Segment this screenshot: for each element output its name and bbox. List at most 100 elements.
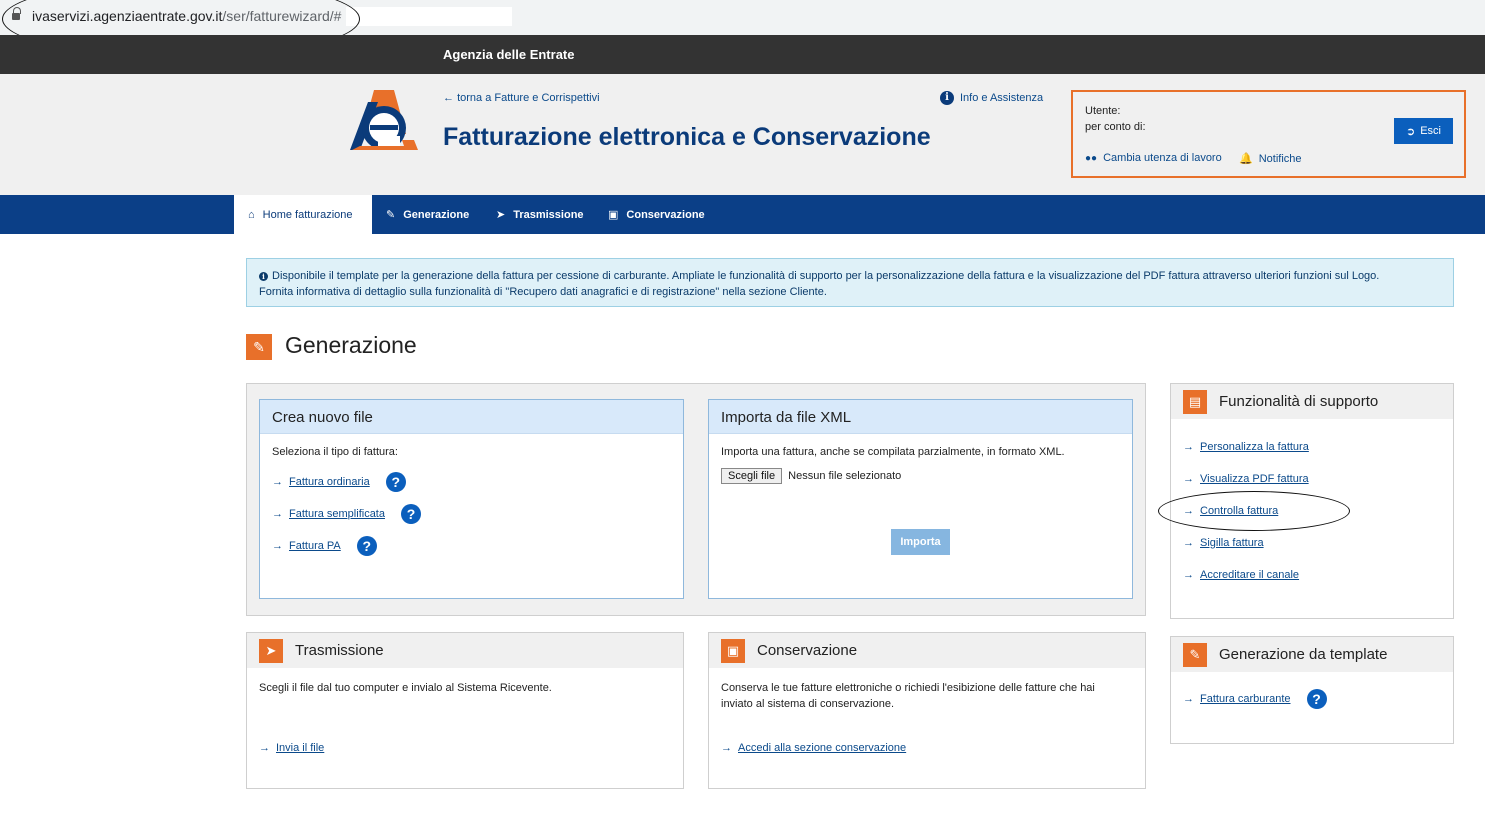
box-title: Trasmissione — [295, 642, 384, 659]
link-label: Personalizza la fattura — [1200, 441, 1309, 453]
bell-icon: 🔔 — [1239, 153, 1253, 165]
link-label: Fattura PA — [289, 540, 341, 552]
alert-line-1: Disponibile il template per la generazio… — [272, 270, 1380, 282]
crea-nuovo-file-card: Crea nuovo file Seleziona il tipo di fat… — [259, 399, 684, 599]
help-icon[interactable]: ? — [385, 472, 406, 492]
logout-label: Esci — [1420, 125, 1441, 137]
url-host: ivaservizi.agenziaentrate.gov.it — [32, 8, 223, 24]
info-alert: i Disponibile il template per la generazi… — [246, 258, 1454, 307]
lock-icon — [12, 7, 21, 20]
home-icon: ⌂ — [248, 208, 255, 221]
change-user-link[interactable]: ●● Cambia utenza di lavoro — [1085, 152, 1222, 164]
arrow-right-icon: → — [272, 476, 283, 488]
accreditare-canale-link[interactable]: → Accreditare il canale — [1183, 567, 1441, 583]
top-bar: Agenzia delle Entrate — [0, 35, 1485, 74]
document-icon: ▤ — [1183, 389, 1207, 414]
personalizza-fattura-link[interactable]: → Personalizza la fattura — [1183, 439, 1441, 455]
info-assistenza-link[interactable]: i Info e Assistenza — [940, 91, 1043, 105]
box-title: Funzionalità di supporto — [1219, 393, 1379, 410]
link-label: Accreditare il canale — [1200, 569, 1300, 581]
logout-button[interactable]: ➲ Esci — [1394, 118, 1453, 144]
page-title: Fatturazione elettronica e Conservazione — [443, 123, 931, 151]
info-icon: i — [259, 272, 268, 281]
fattura-ordinaria-link[interactable]: → Fattura ordinaria ? — [272, 472, 671, 492]
invia-file-link[interactable]: → Invia il file — [259, 740, 671, 756]
notifications-link[interactable]: 🔔 Notifiche — [1239, 152, 1302, 166]
nav-tab-label: Conservazione — [626, 208, 705, 221]
trasmissione-description: Scegli il file dal tuo computer e invial… — [259, 682, 552, 694]
help-icon[interactable]: ? — [356, 536, 377, 556]
import-button[interactable]: Importa — [891, 529, 950, 555]
fattura-carburante-link[interactable]: → Fattura carburante ? — [1183, 689, 1441, 709]
url-text[interactable]: ivaservizi.agenziaentrate.gov.it/ser/fat… — [32, 8, 341, 24]
link-label: Fattura carburante — [1200, 693, 1291, 705]
box-title: Conservazione — [757, 642, 858, 659]
url-path: /ser/fatturewizard/# — [222, 8, 342, 24]
arrow-left-icon: ← — [443, 92, 454, 104]
redaction-mask — [346, 7, 512, 26]
box-title: Generazione da template — [1219, 646, 1388, 663]
link-label: Accedi alla sezione conservazione — [738, 742, 907, 754]
arrow-right-icon: → — [1183, 473, 1194, 485]
help-icon[interactable]: ? — [400, 504, 421, 524]
import-description: Importa una fattura, anche se compilata … — [721, 446, 1065, 458]
link-label: Invia il file — [276, 742, 325, 754]
arrow-right-icon: → — [272, 508, 283, 520]
main-nav: ⌂ Home fatturazione ✎ Generazione ➤ Tras… — [0, 195, 1485, 234]
section-title: Generazione — [285, 332, 417, 358]
paper-plane-icon: ➤ — [259, 638, 283, 663]
link-label: Fattura ordinaria — [289, 476, 370, 488]
nav-tab-home[interactable]: ⌂ Home fatturazione — [234, 195, 372, 234]
card-title: Crea nuovo file — [260, 400, 683, 434]
nav-tab-generazione[interactable]: ✎ Generazione — [372, 195, 483, 234]
nav-tab-trasmissione[interactable]: ➤ Trasmissione — [482, 195, 598, 234]
notifications-label: Notifiche — [1258, 152, 1302, 165]
user-box: Utente: per conto di: ➲ Esci ●● Cambia u… — [1071, 90, 1466, 178]
back-link-label: torna a Fatture e Corrispettivi — [457, 92, 600, 104]
choose-file-button[interactable]: Scegli file — [721, 468, 783, 484]
conservazione-description-1: Conserva le tue fatture elettroniche o r… — [721, 682, 1095, 694]
arrow-right-icon: → — [1183, 693, 1194, 705]
trasmissione-box: ➤ Trasmissione Scegli il file dal tuo co… — [246, 632, 684, 789]
help-icon[interactable]: ? — [1306, 689, 1327, 709]
arrow-right-icon: → — [721, 742, 732, 754]
fattura-semplificata-link[interactable]: → Fattura semplificata ? — [272, 504, 671, 524]
back-to-fatture-link[interactable]: ← torna a Fatture e Corrispettivi — [443, 92, 600, 104]
user-label: Utente: — [1085, 105, 1121, 117]
archive-icon: ▣ — [721, 638, 745, 663]
supporto-box: ▤ Funzionalità di supporto → Personalizz… — [1170, 383, 1454, 619]
agenzia-logo-icon — [350, 90, 418, 150]
conservazione-box: ▣ Conservazione Conserva le tue fatture … — [708, 632, 1146, 789]
controlla-fattura-link[interactable]: → Controlla fattura — [1183, 503, 1441, 519]
info-icon: i — [940, 91, 954, 105]
link-label: Visualizza PDF fattura — [1200, 473, 1309, 485]
agency-name: Agenzia delle Entrate — [443, 47, 575, 62]
arrow-right-icon: → — [272, 540, 283, 552]
logout-icon: ➲ — [1406, 125, 1416, 138]
nav-tab-conservazione[interactable]: ▣ Conservazione — [594, 195, 719, 234]
browser-url-bar[interactable]: ivaservizi.agenziaentrate.gov.it/ser/fat… — [0, 0, 1485, 35]
info-link-label: Info e Assistenza — [960, 92, 1044, 104]
invoice-type-prompt: Seleziona il tipo di fattura: — [272, 446, 398, 458]
paper-plane-icon: ➤ — [496, 209, 506, 221]
no-file-label: Nessun file selezionato — [788, 470, 902, 482]
pencil-icon: ✎ — [1183, 642, 1207, 667]
users-icon: ●● — [1085, 152, 1098, 164]
nav-tab-label: Trasmissione — [513, 208, 584, 221]
fattura-pa-link[interactable]: → Fattura PA ? — [272, 536, 671, 556]
arrow-right-icon: → — [1183, 441, 1194, 453]
pencil-icon: ✎ — [246, 334, 272, 360]
nav-tab-label: Home fatturazione — [262, 208, 353, 221]
alert-line-2: Fornita informativa di dettaglio sulla f… — [259, 286, 827, 298]
card-title: Importa da file XML — [709, 400, 1132, 434]
conservazione-description-2: inviato al sistema di conservazione. — [721, 698, 895, 710]
sigilla-fattura-link[interactable]: → Sigilla fattura — [1183, 535, 1441, 551]
link-label: Controlla fattura — [1200, 505, 1279, 517]
arrow-right-icon: → — [1183, 537, 1194, 549]
visualizza-pdf-link[interactable]: → Visualizza PDF fattura — [1183, 471, 1441, 487]
accedi-conservazione-link[interactable]: → Accedi alla sezione conservazione — [721, 740, 1133, 756]
header: ← torna a Fatture e Corrispettivi Fattur… — [0, 74, 1485, 195]
arrow-right-icon: → — [1183, 569, 1194, 581]
nav-tab-label: Generazione — [403, 208, 470, 221]
pencil-icon: ✎ — [386, 209, 396, 221]
